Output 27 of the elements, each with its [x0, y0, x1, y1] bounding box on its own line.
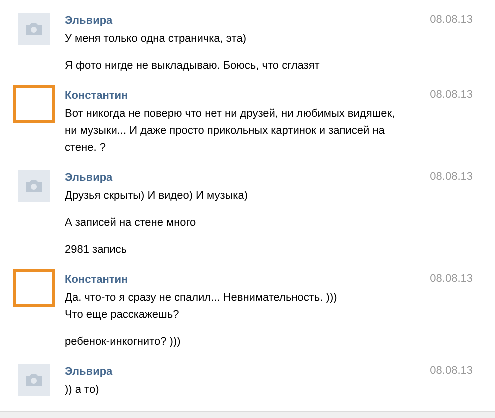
message-text: Что еще расскажешь?: [65, 308, 180, 323]
camera-icon: [25, 179, 43, 193]
message-text: ни музыки... И даже просто прикольных картинок и записей на: [65, 124, 386, 139]
author-name[interactable]: Эльвира: [65, 171, 113, 185]
message-text: У меня только одна страничка, эта): [65, 32, 248, 47]
message-text: Вот никогда не поверю что нет ни друзей, ни любимых видяшек,: [65, 107, 396, 122]
message-date: 08.08.13: [430, 364, 473, 379]
camera-icon: [25, 373, 43, 387]
message-date: 08.08.13: [430, 13, 473, 28]
message-text: )) а то): [65, 383, 100, 398]
message-text: Друзья скрыты) И видео) И музыка): [65, 189, 249, 204]
message-date: 08.08.13: [430, 170, 473, 185]
message-text: Я фото нигде не выкладываю. Боюсь, что сглазят: [65, 59, 321, 74]
message-text: А записей на стене много: [65, 216, 198, 231]
message-date: 08.08.13: [430, 272, 473, 287]
camera-icon: [25, 22, 43, 36]
avatar: [13, 85, 55, 123]
author-name[interactable]: Константин: [65, 273, 128, 287]
message-text: ребенок-инкогнито? ))): [65, 335, 182, 350]
author-name[interactable]: Константин: [65, 89, 128, 103]
message-text: стене. ?: [65, 141, 107, 156]
author-name[interactable]: Эльвира: [65, 365, 113, 379]
avatar: [13, 269, 55, 307]
message-text: 2981 запись: [65, 243, 128, 258]
message-text: Да. что-то я сразу не спалил... Невнимательность. ))): [65, 291, 338, 306]
message-date: 08.08.13: [430, 88, 473, 103]
author-name[interactable]: Эльвира: [65, 14, 113, 28]
